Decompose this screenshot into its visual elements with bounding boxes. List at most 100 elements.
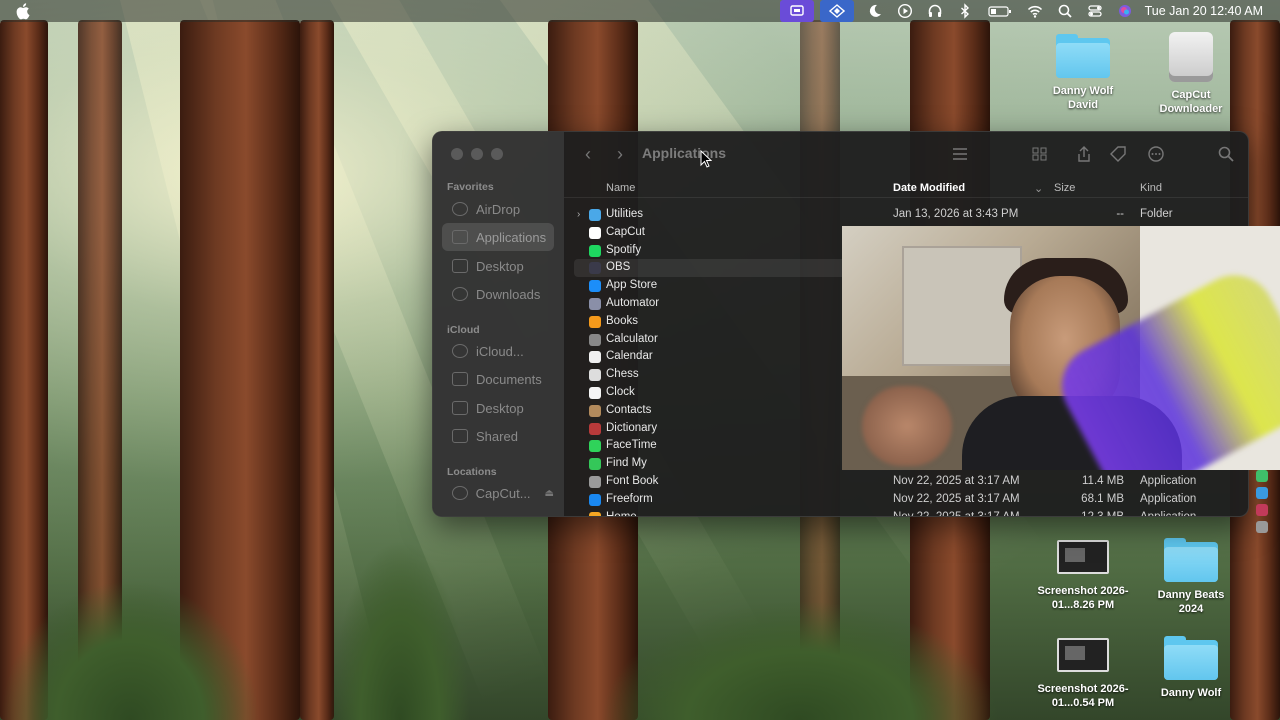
control-center-icon[interactable] (1080, 0, 1110, 22)
search-icon[interactable] (1050, 0, 1080, 22)
sidebar-item-label: iCloud... (476, 343, 524, 359)
sidebar-item-label: Applications (476, 229, 547, 245)
app-icon (589, 458, 601, 471)
file-row[interactable]: › Utilities Jan 13, 2026 at 3:43 PM -- Folde… (564, 206, 1248, 224)
desktop-screenshot-1[interactable]: Screenshot 2026-01...8.26 PM (1033, 540, 1133, 612)
desktop-folder-danny-wolf[interactable]: Danny Wolf (1141, 636, 1241, 700)
disclosure-triangle-icon[interactable]: › (577, 209, 580, 220)
app-icon (589, 209, 601, 221)
desktop-folder-danny-wolf-david[interactable]: Danny Wolf David (1033, 34, 1133, 112)
sidebar-item-downloads[interactable]: Downloads (442, 280, 554, 308)
window-controls (451, 148, 503, 160)
file-name: FaceTime (606, 439, 657, 452)
app-icon (589, 440, 601, 453)
sidebar-item-label: AirDrop (476, 201, 521, 217)
app-icon[interactable] (1256, 521, 1268, 533)
drive-icon (1169, 32, 1213, 82)
app-icon (589, 387, 601, 399)
sidebar-section-favorites: Favorites (447, 181, 494, 193)
desktop-item-label: Screenshot 2026-01...8.26 PM (1037, 585, 1129, 611)
file-name: App Store (606, 279, 658, 292)
moon-icon[interactable] (860, 0, 890, 22)
back-button[interactable]: ‹ (578, 144, 598, 164)
forward-button[interactable]: › (610, 144, 630, 164)
document-icon (452, 372, 468, 386)
tag-icon[interactable] (1108, 144, 1128, 164)
column-header-kind[interactable]: Kind (1140, 182, 1162, 194)
file-row[interactable]: OBS (574, 259, 852, 278)
app-icon (589, 226, 601, 239)
sidebar-item-documents[interactable]: Documents (442, 365, 554, 393)
airdrop-icon (452, 202, 468, 216)
file-name: Books (606, 314, 638, 327)
app-icon (589, 369, 601, 382)
play-icon[interactable] (890, 0, 920, 22)
screenshot-icon (1057, 638, 1109, 672)
applications-icon (452, 230, 468, 244)
stage-manager-icon[interactable] (780, 0, 814, 22)
siri-icon[interactable] (1110, 0, 1140, 22)
menu-bar-clock[interactable]: Tue Jan 20 12:40 AM (1145, 4, 1263, 18)
file-name: Utilities (606, 208, 644, 220)
file-row[interactable]: Freeform Nov 22, 2025 at 3:17 AM 68.1 MB Ap… (564, 491, 1248, 509)
app-icon (589, 333, 601, 346)
share-icon[interactable] (1074, 144, 1094, 164)
sidebar-item-icloud-desktop[interactable]: Desktop (442, 394, 554, 422)
file-kind: Folder (1140, 208, 1173, 220)
app-icon[interactable] (1256, 487, 1268, 499)
file-row[interactable]: Home Nov 22, 2025 at 3:17 AM 12.3 MB Applic… (564, 509, 1248, 517)
sidebar-item-airdrop[interactable]: AirDrop (442, 195, 554, 223)
sidebar-item-label: Documents (476, 371, 542, 387)
eject-icon[interactable]: ⏏ (545, 488, 554, 499)
zoom-button[interactable] (491, 148, 503, 160)
desktop-item-label: Danny Beats 2024 (1157, 589, 1225, 615)
app-icon (589, 244, 601, 257)
more-actions-icon[interactable] (1146, 144, 1166, 164)
column-header-size[interactable]: Size (1054, 182, 1075, 194)
vpn-icon[interactable] (820, 0, 854, 22)
close-button[interactable] (451, 148, 463, 160)
file-name: Freeform (606, 492, 653, 505)
sidebar-section-icloud: iCloud (447, 324, 480, 336)
minimize-button[interactable] (471, 148, 483, 160)
file-kind: Application (1140, 510, 1197, 517)
desktop-screenshot-2[interactable]: Screenshot 2026-01...0.54 PM (1033, 638, 1133, 710)
app-icon[interactable] (1256, 470, 1268, 482)
shared-folder-icon (452, 429, 468, 443)
desktop-item-label: Danny Wolf David (1052, 85, 1114, 111)
app-icon (589, 280, 601, 293)
list-view-icon[interactable] (950, 144, 970, 164)
sidebar-item-shared[interactable]: Shared (442, 422, 554, 450)
mouse-cursor-icon (700, 150, 712, 168)
battery-icon[interactable] (980, 0, 1020, 22)
apple-menu-icon[interactable] (16, 2, 32, 20)
sidebar-item-label: Downloads (476, 286, 541, 302)
sidebar-item-desktop[interactable]: Desktop (442, 252, 554, 280)
file-name: CapCut (606, 225, 645, 238)
desktop-icon (452, 259, 468, 273)
folder-icon (1056, 34, 1110, 78)
sidebar-item-applications[interactable]: Applications (442, 223, 554, 251)
bluetooth-icon[interactable] (950, 0, 980, 22)
file-name: Clock (606, 386, 635, 398)
search-icon[interactable] (1216, 144, 1236, 164)
wifi-icon[interactable] (1020, 0, 1050, 22)
file-name: OBS (606, 261, 631, 274)
group-icon[interactable] (1030, 144, 1050, 164)
file-kind: Application (1140, 475, 1197, 487)
app-icon (589, 493, 601, 506)
sidebar-item-capcut-volume[interactable]: CapCut... ⏏ (442, 479, 554, 507)
sidebar-item-icloud-drive[interactable]: iCloud... (442, 337, 554, 365)
desktop-drive-capcut-downloader[interactable]: CapCut Downloader (1141, 32, 1241, 116)
finder-sidebar: Favorites AirDrop Applications Desktop D… (433, 132, 564, 516)
app-icon[interactable] (1256, 504, 1268, 516)
file-row[interactable]: Font Book Nov 22, 2025 at 3:17 AM 11.4 MB A… (564, 473, 1248, 491)
column-header-date-modified[interactable]: Date Modified (893, 182, 965, 194)
desktop-folder-danny-beats-2024[interactable]: Danny Beats 2024 (1141, 538, 1241, 616)
column-header-name[interactable]: Name (606, 182, 635, 194)
file-name: Automator (606, 297, 660, 309)
folder-icon (1164, 538, 1218, 582)
file-name: Dictionary (606, 421, 658, 434)
desktop-item-label: Danny Wolf (1160, 687, 1222, 699)
headphones-icon[interactable] (920, 0, 950, 22)
